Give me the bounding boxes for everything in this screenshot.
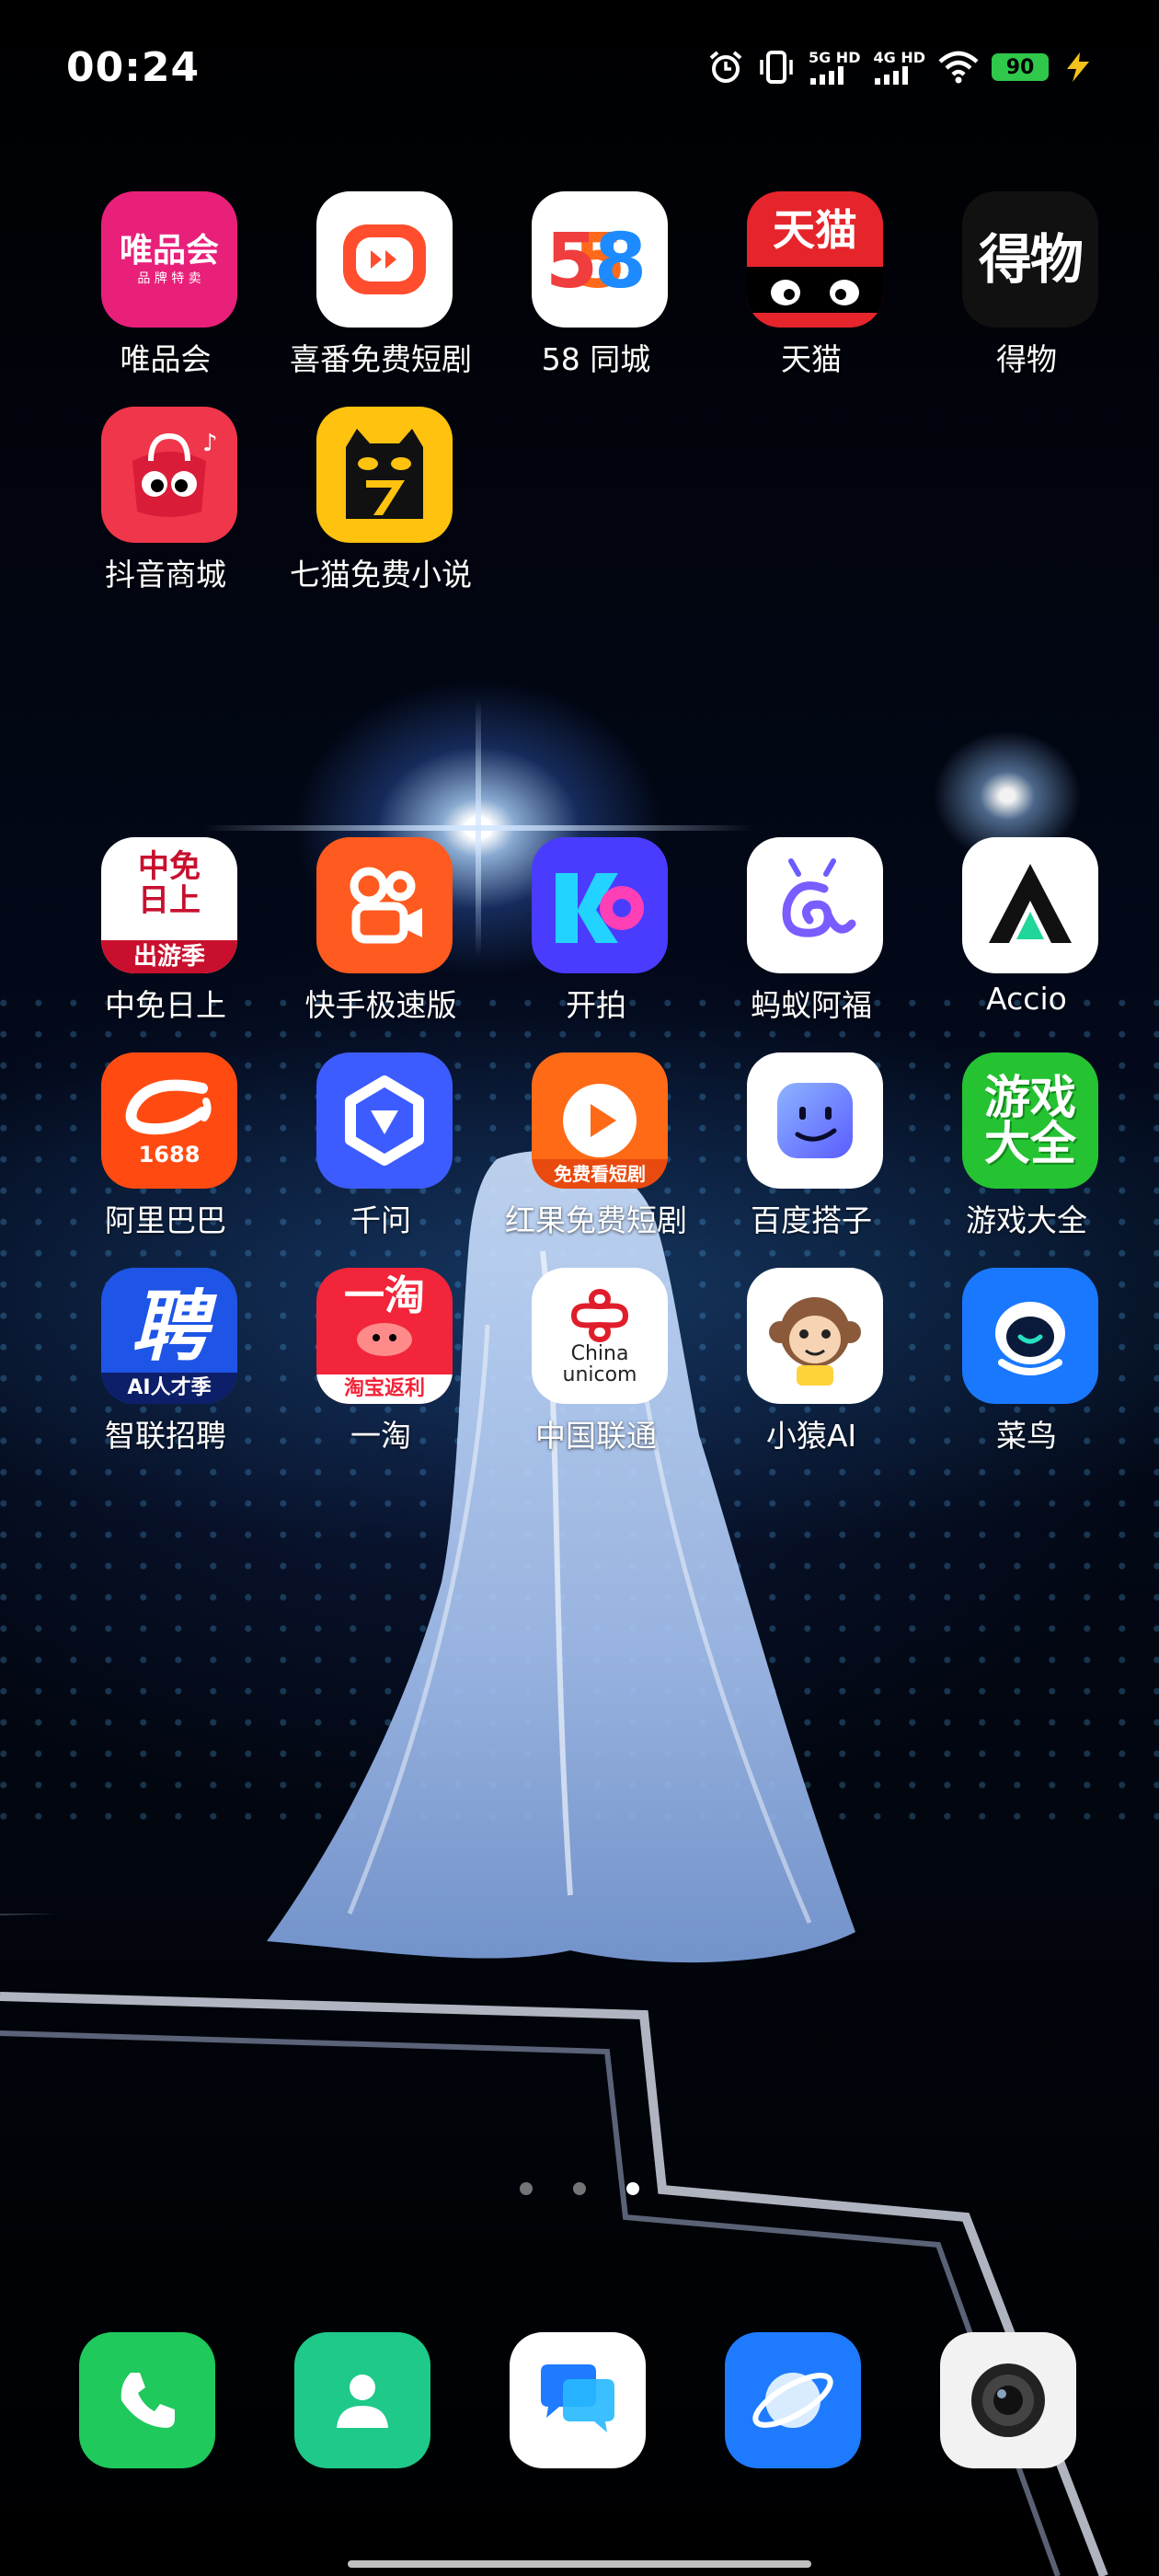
dewu-icon: 得物 xyxy=(962,191,1098,328)
page-dot-active[interactable] xyxy=(626,2182,639,2195)
home-indicator[interactable] xyxy=(348,2560,811,2568)
app-qianwen[interactable]: 千问 xyxy=(270,1052,473,1250)
vipshop-icon: 唯品会 品 牌 特 卖 xyxy=(101,191,237,328)
dock-contacts[interactable] xyxy=(294,2332,430,2468)
ant-afu-icon xyxy=(747,837,883,973)
svg-text:8: 8 xyxy=(594,218,647,305)
accio-icon xyxy=(962,837,1098,973)
app-yitao[interactable]: 一淘 淘宝返利 一淘 xyxy=(270,1268,473,1466)
dock-phone[interactable] xyxy=(79,2332,215,2468)
baidu-dazi-face-icon xyxy=(747,1052,883,1189)
app-cdf-rishang[interactable]: 中免日上 出游季 中免日上 xyxy=(55,837,258,1035)
app-vipshop[interactable]: 唯品会 品 牌 特 卖 唯品会 xyxy=(55,191,258,389)
app-china-unicom[interactable]: China unicom 中国联通 xyxy=(486,1268,688,1466)
camera-icon xyxy=(971,2363,1045,2437)
app-label: 七猫免费小说 xyxy=(290,557,472,592)
app-kuaishou-lite[interactable]: 快手极速版 xyxy=(270,837,473,1035)
mascot-icon xyxy=(357,1323,412,1357)
tongcheng-58-icon: 5 8 5 xyxy=(532,191,668,328)
wifi-icon xyxy=(938,51,979,84)
svg-text:♪: ♪ xyxy=(202,430,218,457)
app-tmall[interactable]: 天猫 天猫 xyxy=(701,191,903,389)
tmall-icon: 天猫 xyxy=(747,191,883,328)
app-yuanfudao-ai[interactable]: 小猿AI xyxy=(701,1268,903,1466)
dock-camera[interactable] xyxy=(940,2332,1076,2468)
china-unicom-icon: China unicom xyxy=(532,1268,668,1404)
contacts-icon xyxy=(337,2375,388,2428)
signal-bars-icon xyxy=(875,66,909,85)
app-qimao-novel[interactable]: 七猫免费小说 xyxy=(270,407,473,604)
yitao-icon: 一淘 淘宝返利 xyxy=(316,1268,453,1404)
battery-indicator: 90 xyxy=(992,53,1049,81)
page-dot[interactable] xyxy=(520,2182,533,2195)
network-5g: 5G HD xyxy=(809,50,860,85)
app-game-center[interactable]: 游戏大全 游戏大全 xyxy=(916,1052,1119,1250)
app-label: 游戏大全 xyxy=(966,1202,1087,1238)
cdf-rishang-icon: 中免日上 出游季 xyxy=(101,837,237,973)
signal-bars-icon xyxy=(809,66,843,85)
xifan-icon xyxy=(316,191,453,328)
status-icons: 5G HD 4G HD 90 xyxy=(707,46,1093,88)
dock-messages[interactable] xyxy=(510,2332,646,2468)
app-kaipai[interactable]: 开拍 xyxy=(486,837,688,1035)
game-center-icon: 游戏大全 xyxy=(962,1052,1098,1189)
kuaishou-camera-icon xyxy=(316,837,453,973)
hongguo-play-icon: 免费看短剧 xyxy=(532,1052,668,1189)
kaipai-icon xyxy=(532,837,668,973)
messages-icon xyxy=(541,2364,614,2432)
zhaopin-icon: 聘 AI人才季 xyxy=(101,1268,237,1404)
app-xifan-drama[interactable]: 喜番免费短剧 xyxy=(270,191,473,389)
charging-bolt-icon xyxy=(1067,52,1089,82)
dock-browser[interactable] xyxy=(725,2332,861,2468)
status-bar: 00:24 5G HD 4G HD 90 xyxy=(0,0,1159,129)
svg-text:5: 5 xyxy=(545,218,598,305)
network-4g: 4G HD xyxy=(873,50,925,85)
cainiao-bird-icon xyxy=(962,1268,1098,1404)
app-hongguo-drama[interactable]: 免费看短剧 红果免费短剧 xyxy=(486,1052,688,1250)
app-accio[interactable]: Accio xyxy=(916,837,1119,1035)
app-label: 得物 xyxy=(996,341,1057,377)
app-label: 菜鸟 xyxy=(996,1418,1057,1454)
alibaba-1688-icon: 1688 xyxy=(101,1052,237,1189)
monkey-icon xyxy=(747,1268,883,1404)
qianwen-icon xyxy=(316,1052,453,1189)
clock: 00:24 xyxy=(66,44,201,91)
page-indicator[interactable] xyxy=(520,2182,639,2195)
app-ant-afu[interactable]: 蚂蚁阿福 xyxy=(701,837,903,1035)
browser-icon xyxy=(752,2373,833,2428)
app-58-tongcheng[interactable]: 5 8 5 58 同城 xyxy=(486,191,688,389)
app-cainiao[interactable]: 菜鸟 xyxy=(916,1268,1119,1466)
douyin-mall-icon: ♪ xyxy=(101,407,237,543)
app-label: Accio xyxy=(986,981,1067,1017)
vibrate-icon xyxy=(760,51,793,84)
app-baidu-dazi[interactable]: 百度搭子 xyxy=(701,1052,903,1250)
qimao-cat-icon xyxy=(316,407,453,543)
app-zhaopin[interactable]: 聘 AI人才季 智联招聘 xyxy=(55,1268,258,1466)
page-dot[interactable] xyxy=(573,2182,586,2195)
app-douyin-mall[interactable]: ♪ 抖音商城 xyxy=(55,407,258,604)
app-dewu[interactable]: 得物 得物 xyxy=(916,191,1119,389)
alarm-icon xyxy=(709,51,742,83)
app-alibaba[interactable]: 1688 阿里巴巴 xyxy=(55,1052,258,1250)
phone-icon xyxy=(120,2373,175,2428)
